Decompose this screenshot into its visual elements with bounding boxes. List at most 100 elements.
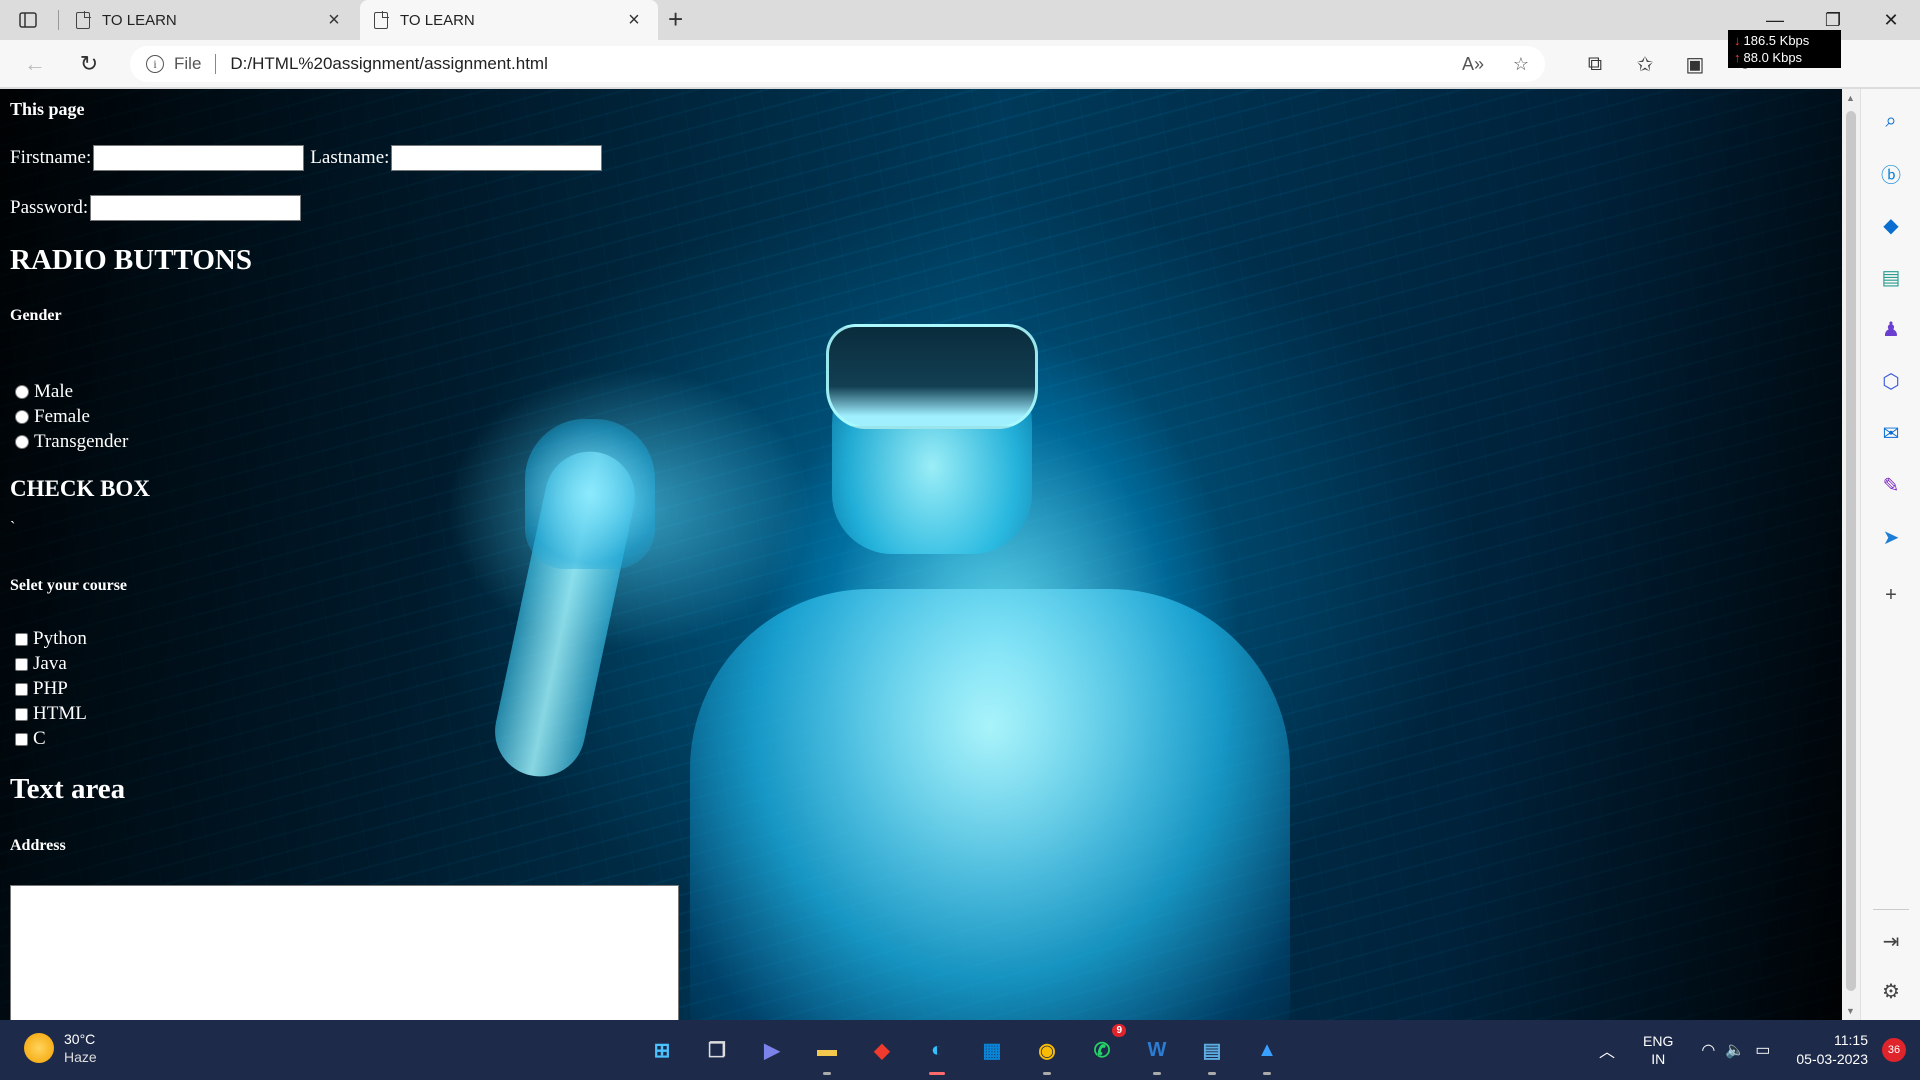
running-indicator xyxy=(823,1072,831,1075)
close-icon[interactable]: × xyxy=(624,9,644,32)
url-separator xyxy=(215,54,217,74)
weather-temp: 30°C xyxy=(64,1031,96,1047)
checkbox[interactable] xyxy=(15,632,28,646)
checkbox-heading: CHECK BOX xyxy=(10,476,150,501)
weather-icon xyxy=(24,1033,54,1063)
stray-mark: ` xyxy=(10,519,16,536)
read-aloud-icon[interactable]: A» xyxy=(1449,54,1497,75)
add-favorite-icon[interactable]: ☆ xyxy=(1497,54,1545,75)
upload-speed: 88.0 Kbps xyxy=(1743,50,1803,65)
upload-arrow-icon: ↑ xyxy=(1734,50,1741,65)
bing-icon[interactable]: ⓑ xyxy=(1875,157,1907,189)
page-scrollbar[interactable]: ▲ ▼ xyxy=(1842,89,1860,1020)
start-icon[interactable]: ⊞ xyxy=(640,1028,684,1072)
tools-icon[interactable]: ▤ xyxy=(1875,261,1907,293)
add-icon[interactable]: + xyxy=(1875,579,1907,611)
chevron-up-icon[interactable]: ︿ xyxy=(1599,1038,1615,1062)
sidebar-toggle-icon[interactable]: ⇥ xyxy=(1875,925,1907,957)
search-icon[interactable]: ⌕ xyxy=(1875,105,1907,137)
address-textarea[interactable] xyxy=(10,885,679,1020)
network-meter: ↓ 186.5 Kbps ↑ 88.0 Kbps xyxy=(1728,30,1841,68)
store-icon[interactable]: ▦ xyxy=(970,1028,1014,1072)
notepad-icon[interactable]: ▤ xyxy=(1190,1028,1234,1075)
password-label: Password: xyxy=(10,197,89,218)
weather-condition: Haze xyxy=(64,1049,97,1065)
scrollbar-thumb[interactable] xyxy=(1846,111,1856,991)
info-icon[interactable]: i xyxy=(146,55,164,73)
anydesk-icon[interactable]: ◆ xyxy=(860,1028,904,1072)
shopping-icon[interactable]: ◆ xyxy=(1875,209,1907,241)
page-icon xyxy=(374,10,389,29)
collections-icon[interactable]: ▣ xyxy=(1670,48,1720,80)
checkbox[interactable] xyxy=(15,682,28,696)
checkbox[interactable] xyxy=(15,732,28,746)
whatsapp-icon[interactable]: ✆ 9 xyxy=(1080,1024,1126,1072)
outlook-icon[interactable]: ✉ xyxy=(1875,417,1907,449)
chrome-icon[interactable]: ◉ xyxy=(1025,1028,1069,1075)
favorites-icon[interactable]: ✩ xyxy=(1620,48,1670,80)
task-view-icon[interactable]: ❐ xyxy=(695,1028,739,1072)
scroll-down-icon[interactable]: ▼ xyxy=(1846,1006,1855,1016)
office-icon[interactable]: ⬡ xyxy=(1875,365,1907,397)
new-tab-button[interactable]: + xyxy=(668,4,683,35)
password-input[interactable] xyxy=(90,195,302,221)
file-explorer-icon[interactable]: ▬ xyxy=(805,1028,849,1075)
clock[interactable]: 11:15 05-03-2023 xyxy=(1796,1031,1868,1069)
radio-option[interactable]: Transgender xyxy=(8,431,128,453)
address-bar[interactable]: i File D:/HTML%20assignment/assignment.h… xyxy=(130,46,1545,82)
firstname-label: Firstname: xyxy=(10,147,92,168)
word-icon[interactable]: W xyxy=(1135,1028,1179,1075)
checkbox-option[interactable]: C xyxy=(10,728,46,750)
checkbox-option[interactable]: PHP xyxy=(10,678,68,700)
checkbox[interactable] xyxy=(15,707,28,721)
tab-actions-button[interactable] xyxy=(0,0,56,40)
weather-widget[interactable]: 30°C Haze xyxy=(24,1030,97,1066)
extensions-icon[interactable]: ⧉ xyxy=(1570,48,1620,80)
checkbox-option[interactable]: Java xyxy=(10,653,67,675)
games-icon[interactable]: ♟ xyxy=(1875,313,1907,345)
tab-active[interactable]: TO LEARN × xyxy=(360,0,658,40)
download-arrow-icon: ↓ xyxy=(1734,33,1741,48)
volume-icon[interactable]: 🔈 xyxy=(1725,1040,1745,1060)
tab-bar: TO LEARN × TO LEARN × + — ❐ ✕ xyxy=(0,0,1920,40)
radio-button[interactable] xyxy=(15,385,29,399)
notification-badge[interactable]: 36 xyxy=(1882,1038,1906,1062)
teams-chat-icon[interactable]: ▶ xyxy=(750,1028,794,1072)
checkbox-option[interactable]: HTML xyxy=(10,703,87,725)
battery-icon[interactable]: ▭ xyxy=(1755,1040,1770,1060)
radio-option[interactable]: Male xyxy=(8,381,73,403)
photos-icon[interactable]: ▲ xyxy=(1245,1028,1289,1075)
language-code: ENG xyxy=(1643,1033,1674,1049)
language-indicator[interactable]: ENG IN xyxy=(1643,1032,1673,1068)
close-window-button[interactable]: ✕ xyxy=(1862,0,1920,40)
url-text[interactable]: D:/HTML%20assignment/assignment.html xyxy=(230,54,547,74)
checkbox-option[interactable]: Python xyxy=(10,628,87,650)
checkbox-label: HTML xyxy=(33,703,87,724)
tab-inactive[interactable]: TO LEARN × xyxy=(62,0,358,40)
designer-icon[interactable]: ✎ xyxy=(1875,469,1907,501)
page-icon xyxy=(76,10,91,29)
checkbox[interactable] xyxy=(15,657,28,671)
refresh-button[interactable]: ↻ xyxy=(72,48,106,80)
radio-option[interactable]: Female xyxy=(8,406,90,428)
address-label: Address xyxy=(10,837,66,854)
radio-heading: RADIO BUTTONS xyxy=(10,244,252,276)
radio-button[interactable] xyxy=(15,435,29,449)
back-button[interactable]: ← xyxy=(18,48,52,80)
close-icon[interactable]: × xyxy=(324,9,344,32)
edge-icon[interactable]: ◐ xyxy=(915,1028,959,1075)
running-indicator xyxy=(1208,1072,1216,1075)
lastname-input[interactable] xyxy=(391,145,603,171)
radio-label: Male xyxy=(34,381,74,402)
send-icon[interactable]: ➤ xyxy=(1875,521,1907,553)
wifi-icon[interactable]: ◠ xyxy=(1701,1040,1715,1060)
checkbox-label: Python xyxy=(33,628,87,649)
vr-figure-hand xyxy=(525,419,655,569)
firstname-input[interactable] xyxy=(93,145,305,171)
page-title: This page xyxy=(10,99,85,119)
sidebar-divider xyxy=(1873,909,1909,910)
radio-label: Transgender xyxy=(34,431,129,452)
scroll-up-icon[interactable]: ▲ xyxy=(1846,93,1855,103)
settings-icon[interactable]: ⚙ xyxy=(1875,975,1907,1007)
radio-button[interactable] xyxy=(15,410,29,424)
